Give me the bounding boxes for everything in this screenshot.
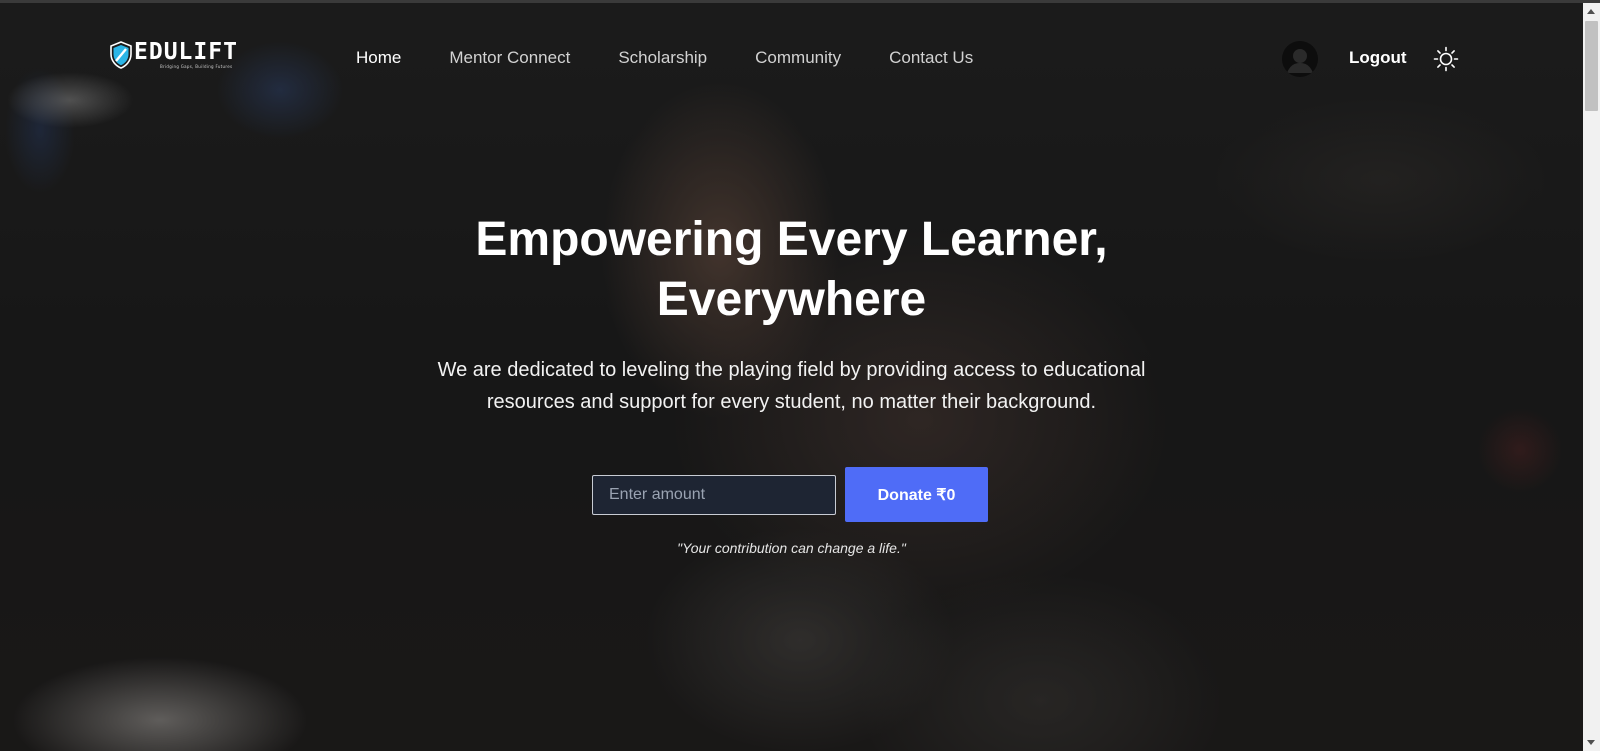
- hero-subtitle: We are dedicated to leveling the playing…: [437, 359, 1146, 413]
- scroll-up-arrow-icon[interactable]: [1587, 9, 1595, 14]
- brand-text: EDULIFT Bridging Gaps, Building Futures: [134, 39, 238, 70]
- main-nav: Home Mentor Connect Scholarship Communit…: [356, 46, 1021, 70]
- scroll-down-arrow-icon[interactable]: [1587, 740, 1595, 745]
- nav-item-contact-us[interactable]: Contact Us: [889, 46, 973, 70]
- logout-button[interactable]: Logout: [1349, 46, 1407, 70]
- site-header: EDULIFT Bridging Gaps, Building Futures …: [0, 3, 1583, 103]
- user-silhouette-icon: [1282, 41, 1318, 77]
- donation-quote: "Your contribution can change a life.": [677, 540, 906, 556]
- sun-icon[interactable]: [1433, 46, 1459, 72]
- donation-form: Donate ₹0: [592, 467, 988, 522]
- shield-icon: [110, 41, 132, 69]
- nav-item-home[interactable]: Home: [356, 46, 401, 70]
- nav-item-community[interactable]: Community: [755, 46, 841, 70]
- brand-logo[interactable]: EDULIFT Bridging Gaps, Building Futures: [110, 41, 238, 69]
- user-avatar-icon[interactable]: [1282, 41, 1318, 77]
- scrollbar-thumb[interactable]: [1585, 21, 1598, 111]
- brand-name: EDULIFT: [134, 39, 238, 65]
- brand-tagline: Bridging Gaps, Building Futures: [160, 64, 233, 69]
- hero-title: Empowering Every Learner, Everywhere: [475, 213, 1108, 326]
- nav-item-mentor-connect[interactable]: Mentor Connect: [449, 46, 570, 70]
- donate-button[interactable]: Donate ₹0: [845, 467, 988, 522]
- donation-amount-input[interactable]: [592, 474, 836, 515]
- vertical-scrollbar[interactable]: [1583, 3, 1600, 751]
- hero-section: Empowering Every Learner, Everywhere We …: [0, 210, 1583, 418]
- page: EDULIFT Bridging Gaps, Building Futures …: [0, 0, 1600, 751]
- nav-item-scholarship[interactable]: Scholarship: [618, 46, 707, 70]
